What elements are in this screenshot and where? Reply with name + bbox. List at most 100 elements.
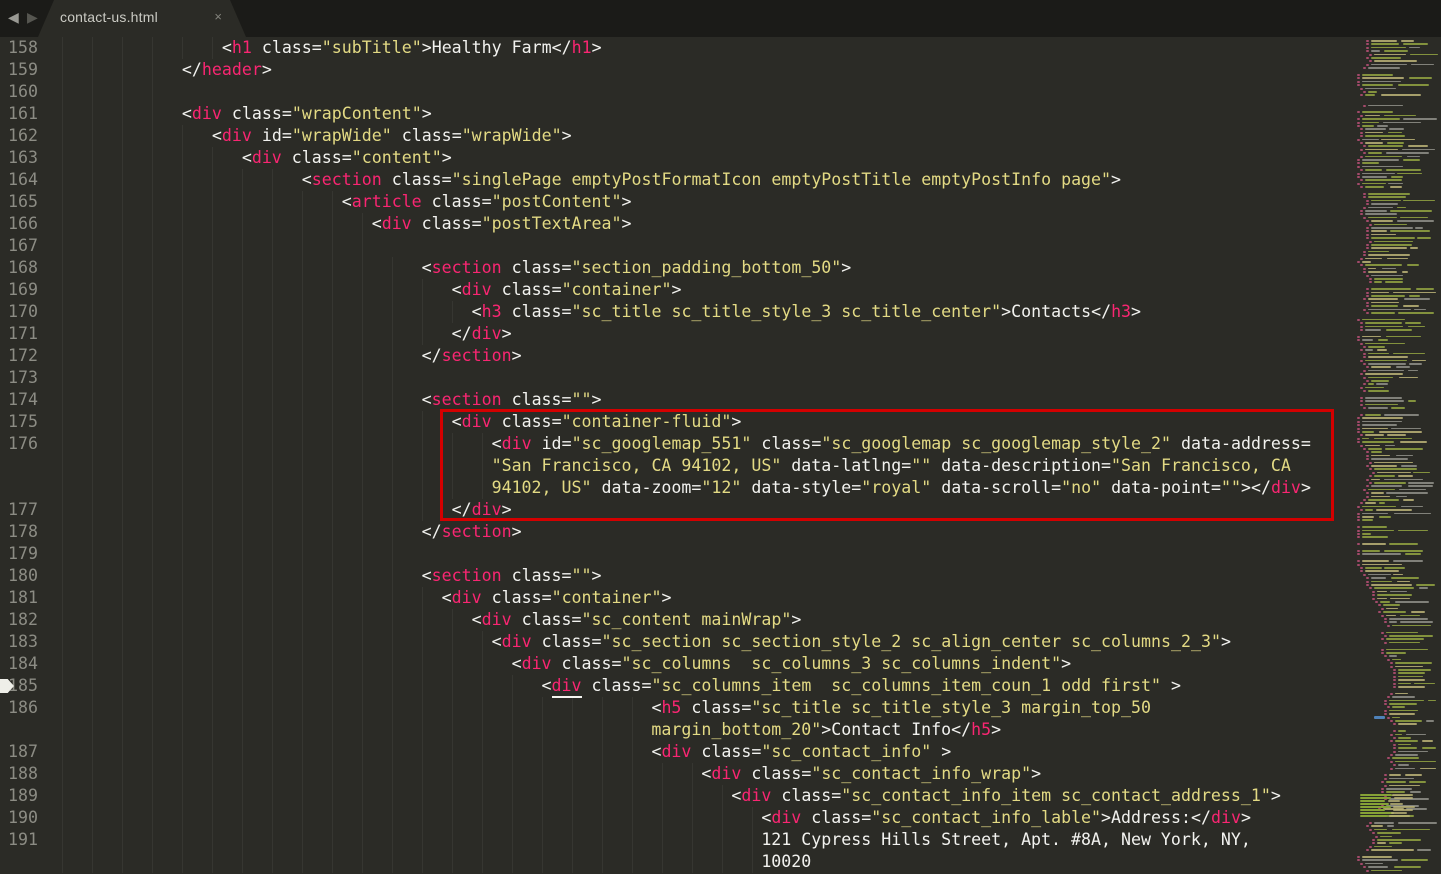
code-row[interactable]: 177 </div> bbox=[0, 499, 1350, 521]
code-row[interactable]: 171 </div> bbox=[0, 323, 1350, 345]
indent-guide bbox=[182, 301, 183, 323]
line-number[interactable]: 180 bbox=[0, 565, 38, 587]
code-row[interactable]: "San Francisco, CA 94102, US" data-latln… bbox=[0, 455, 1350, 477]
code-row[interactable]: 168 <section class="section_padding_bott… bbox=[0, 257, 1350, 279]
line-number[interactable]: 174 bbox=[0, 389, 38, 411]
minimap-code-line bbox=[1362, 506, 1396, 508]
code-row[interactable]: 187 <div class="sc_contact_info" > bbox=[0, 741, 1350, 763]
code-row[interactable]: 162 <div id="wrapWide" class="wrapWide"> bbox=[0, 125, 1350, 147]
minimap-code-line bbox=[1357, 526, 1360, 528]
code-row[interactable]: 167 bbox=[0, 235, 1350, 257]
line-number[interactable]: 167 bbox=[0, 235, 38, 257]
code-row[interactable]: 163 <div class="content"> bbox=[0, 147, 1350, 169]
code-row[interactable]: 159 </header> bbox=[0, 59, 1350, 81]
line-number[interactable]: 166 bbox=[0, 213, 38, 235]
indent-guide bbox=[422, 279, 423, 301]
minimap-code-line bbox=[1368, 489, 1395, 491]
line-number[interactable]: 190 bbox=[0, 807, 38, 829]
code-row[interactable]: 166 <div class="postTextArea"> bbox=[0, 213, 1350, 235]
code-row[interactable]: 178 </section> bbox=[0, 521, 1350, 543]
line-number[interactable]: 158 bbox=[0, 37, 38, 59]
line-number[interactable]: 178 bbox=[0, 521, 38, 543]
line-number[interactable]: 184 bbox=[0, 653, 38, 675]
code-row[interactable]: 181 <div class="container"> bbox=[0, 587, 1350, 609]
nav-forward-icon[interactable]: ▶ bbox=[27, 10, 38, 26]
line-number[interactable]: 188 bbox=[0, 763, 38, 785]
code-row[interactable]: 170 <h3 class="sc_title sc_title_style_3… bbox=[0, 301, 1350, 323]
line-number[interactable]: 161 bbox=[0, 103, 38, 125]
minimap-code-line bbox=[1366, 870, 1369, 872]
code-row[interactable]: 176 <div id="sc_googlemap_551" class="sc… bbox=[0, 433, 1350, 455]
minimap-code-line bbox=[1372, 839, 1375, 841]
line-number[interactable]: 170 bbox=[0, 301, 38, 323]
code-row[interactable]: 183 <div class="sc_section sc_section_st… bbox=[0, 631, 1350, 653]
line-number[interactable]: 189 bbox=[0, 785, 38, 807]
minimap-code-line bbox=[1408, 485, 1433, 487]
line-number[interactable]: 177 bbox=[0, 499, 38, 521]
minimap-code-line bbox=[1398, 676, 1423, 678]
code-row[interactable]: 94102, US" data-zoom="12" data-style="ro… bbox=[0, 477, 1350, 499]
line-number[interactable]: 162 bbox=[0, 125, 38, 147]
code-row[interactable]: 172 </section> bbox=[0, 345, 1350, 367]
code-row[interactable]: 175 <div class="container-fluid"> bbox=[0, 411, 1350, 433]
line-number[interactable]: 168 bbox=[0, 257, 38, 279]
code-line-text bbox=[62, 81, 182, 103]
code-row[interactable]: 169 <div class="container"> bbox=[0, 279, 1350, 301]
indent-guide bbox=[332, 455, 333, 477]
code-row[interactable]: 190 <div class="sc_contact_info_lable">A… bbox=[0, 807, 1350, 829]
indent-guide bbox=[392, 323, 393, 345]
code-row[interactable]: 174 <section class=""> bbox=[0, 389, 1350, 411]
code-row[interactable]: 189 <div class="sc_contact_info_item sc_… bbox=[0, 785, 1350, 807]
line-number[interactable]: 183 bbox=[0, 631, 38, 653]
code-row[interactable]: 184 <div class="sc_columns sc_columns_3 … bbox=[0, 653, 1350, 675]
code-row[interactable]: 164 <section class="singlePage emptyPost… bbox=[0, 169, 1350, 191]
line-number[interactable]: 175 bbox=[0, 411, 38, 433]
tab-contact-us-html[interactable]: contact-us.html × bbox=[38, 0, 246, 37]
indent-guide bbox=[182, 763, 183, 785]
line-number[interactable]: 191 bbox=[0, 829, 38, 851]
code-row[interactable]: 165 <article class="postContent"> bbox=[0, 191, 1350, 213]
minimap-code-line bbox=[1357, 84, 1360, 86]
code-row[interactable]: 179 bbox=[0, 543, 1350, 565]
code-row[interactable]: 191 121 Cypress Hills Street, Apt. #8A, … bbox=[0, 829, 1350, 851]
code-row[interactable]: margin_bottom_20">Contact Info</h5> bbox=[0, 719, 1350, 741]
indent-guide bbox=[182, 147, 183, 169]
line-number[interactable]: 176 bbox=[0, 433, 38, 455]
code-row[interactable]: 158 <h1 class="subTitle">Healthy Farm</h… bbox=[0, 37, 1350, 59]
minimap[interactable] bbox=[1350, 37, 1441, 874]
code-row[interactable]: 186 <h5 class="sc_title sc_title_style_3… bbox=[0, 697, 1350, 719]
code-editor[interactable]: 158 <h1 class="subTitle">Healthy Farm</h… bbox=[0, 37, 1350, 874]
indent-guide bbox=[212, 455, 213, 477]
minimap-code-line bbox=[1371, 455, 1390, 457]
line-number[interactable]: 186 bbox=[0, 697, 38, 719]
code-row[interactable]: 185 <div class="sc_columns_item sc_colum… bbox=[0, 675, 1350, 697]
line-number[interactable]: 181 bbox=[0, 587, 38, 609]
code-row[interactable]: 182 <div class="sc_content mainWrap"> bbox=[0, 609, 1350, 631]
line-number[interactable]: 163 bbox=[0, 147, 38, 169]
tab-close-icon[interactable]: × bbox=[214, 9, 222, 24]
minimap-code-line bbox=[1357, 431, 1360, 433]
line-number[interactable]: 165 bbox=[0, 191, 38, 213]
code-row[interactable]: 180 <section class=""> bbox=[0, 565, 1350, 587]
line-number[interactable]: 160 bbox=[0, 81, 38, 103]
nav-back-icon[interactable]: ◀ bbox=[8, 10, 19, 26]
indent-guide bbox=[272, 785, 273, 807]
minimap-code-line bbox=[1363, 217, 1366, 219]
code-row[interactable]: 161 <div class="wrapContent"> bbox=[0, 103, 1350, 125]
line-number[interactable]: 179 bbox=[0, 543, 38, 565]
code-row[interactable]: 10020 bbox=[0, 851, 1350, 873]
indent-guide bbox=[272, 345, 273, 367]
line-number[interactable]: 169 bbox=[0, 279, 38, 301]
code-row[interactable]: 173 bbox=[0, 367, 1350, 389]
minimap-code-line bbox=[1363, 67, 1366, 69]
line-number[interactable]: 182 bbox=[0, 609, 38, 631]
minimap-code-line bbox=[1384, 479, 1423, 481]
line-number[interactable]: 172 bbox=[0, 345, 38, 367]
line-number[interactable]: 187 bbox=[0, 741, 38, 763]
code-row[interactable]: 160 bbox=[0, 81, 1350, 103]
line-number[interactable]: 173 bbox=[0, 367, 38, 389]
line-number[interactable]: 159 bbox=[0, 59, 38, 81]
line-number[interactable]: 164 bbox=[0, 169, 38, 191]
line-number[interactable]: 171 bbox=[0, 323, 38, 345]
code-row[interactable]: 188 <div class="sc_contact_info_wrap"> bbox=[0, 763, 1350, 785]
